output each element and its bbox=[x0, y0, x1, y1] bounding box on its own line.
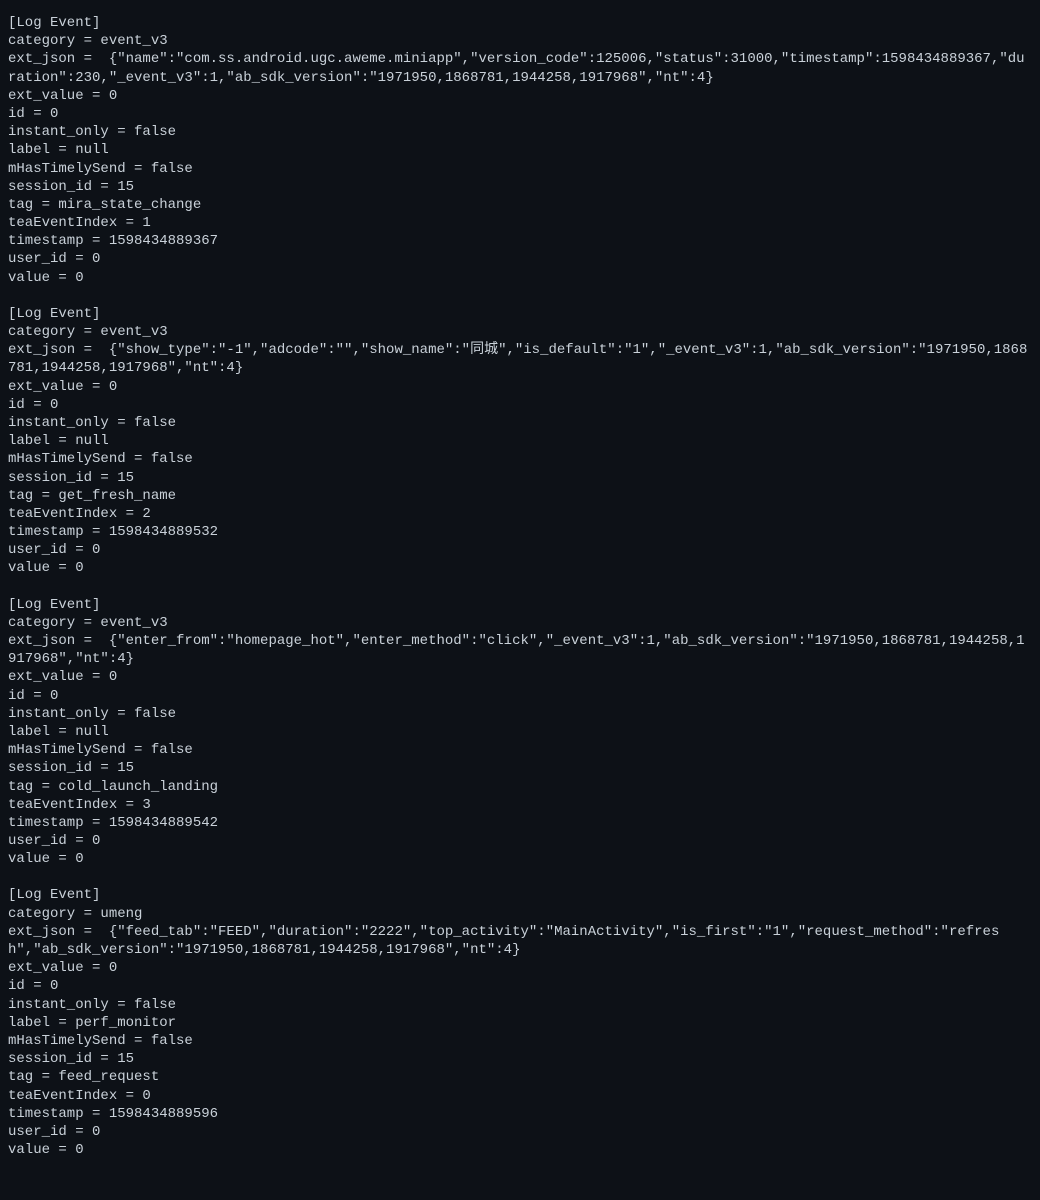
log-field-teaEventIndex: teaEventIndex = 2 bbox=[8, 505, 1032, 523]
log-field-id: id = 0 bbox=[8, 687, 1032, 705]
log-field-category: category = event_v3 bbox=[8, 614, 1032, 632]
log-field-tag: tag = feed_request bbox=[8, 1068, 1032, 1086]
log-field-ext_json: ext_json = {"enter_from":"homepage_hot",… bbox=[8, 632, 1032, 668]
log-field-timestamp: timestamp = 1598434889596 bbox=[8, 1105, 1032, 1123]
log-field-id: id = 0 bbox=[8, 105, 1032, 123]
log-field-timestamp: timestamp = 1598434889542 bbox=[8, 814, 1032, 832]
log-field-instant_only: instant_only = false bbox=[8, 123, 1032, 141]
log-field-label: label = null bbox=[8, 432, 1032, 450]
log-field-mHasTimelySend: mHasTimelySend = false bbox=[8, 160, 1032, 178]
log-field-ext_json: ext_json = {"name":"com.ss.android.ugc.a… bbox=[8, 50, 1032, 86]
log-field-session_id: session_id = 15 bbox=[8, 178, 1032, 196]
log-field-tag: tag = get_fresh_name bbox=[8, 487, 1032, 505]
log-field-instant_only: instant_only = false bbox=[8, 996, 1032, 1014]
log-event-block: [Log Event]category = event_v3ext_json =… bbox=[8, 596, 1032, 869]
log-field-label: label = perf_monitor bbox=[8, 1014, 1032, 1032]
log-field-user_id: user_id = 0 bbox=[8, 541, 1032, 559]
log-field-value: value = 0 bbox=[8, 850, 1032, 868]
log-field-tag: tag = cold_launch_landing bbox=[8, 778, 1032, 796]
log-event-header: [Log Event] bbox=[8, 596, 1032, 614]
log-field-session_id: session_id = 15 bbox=[8, 1050, 1032, 1068]
log-event-header: [Log Event] bbox=[8, 886, 1032, 904]
log-event-header: [Log Event] bbox=[8, 305, 1032, 323]
log-field-category: category = event_v3 bbox=[8, 32, 1032, 50]
log-field-user_id: user_id = 0 bbox=[8, 832, 1032, 850]
log-field-teaEventIndex: teaEventIndex = 1 bbox=[8, 214, 1032, 232]
log-field-session_id: session_id = 15 bbox=[8, 469, 1032, 487]
log-field-timestamp: timestamp = 1598434889367 bbox=[8, 232, 1032, 250]
log-field-value: value = 0 bbox=[8, 1141, 1032, 1159]
log-field-value: value = 0 bbox=[8, 269, 1032, 287]
log-field-label: label = null bbox=[8, 723, 1032, 741]
log-field-instant_only: instant_only = false bbox=[8, 705, 1032, 723]
log-field-timestamp: timestamp = 1598434889532 bbox=[8, 523, 1032, 541]
log-field-ext_value: ext_value = 0 bbox=[8, 87, 1032, 105]
log-field-mHasTimelySend: mHasTimelySend = false bbox=[8, 450, 1032, 468]
log-field-mHasTimelySend: mHasTimelySend = false bbox=[8, 1032, 1032, 1050]
log-field-tag: tag = mira_state_change bbox=[8, 196, 1032, 214]
log-field-value: value = 0 bbox=[8, 559, 1032, 577]
log-field-category: category = umeng bbox=[8, 905, 1032, 923]
log-field-user_id: user_id = 0 bbox=[8, 250, 1032, 268]
log-output: [Log Event]category = event_v3ext_json =… bbox=[8, 14, 1032, 1159]
log-field-session_id: session_id = 15 bbox=[8, 759, 1032, 777]
log-field-id: id = 0 bbox=[8, 977, 1032, 995]
log-field-user_id: user_id = 0 bbox=[8, 1123, 1032, 1141]
log-field-ext_json: ext_json = {"feed_tab":"FEED","duration"… bbox=[8, 923, 1032, 959]
log-field-label: label = null bbox=[8, 141, 1032, 159]
log-field-ext_value: ext_value = 0 bbox=[8, 378, 1032, 396]
log-field-ext_value: ext_value = 0 bbox=[8, 959, 1032, 977]
log-event-header: [Log Event] bbox=[8, 14, 1032, 32]
log-event-block: [Log Event]category = event_v3ext_json =… bbox=[8, 305, 1032, 578]
log-field-category: category = event_v3 bbox=[8, 323, 1032, 341]
log-field-ext_value: ext_value = 0 bbox=[8, 668, 1032, 686]
log-field-id: id = 0 bbox=[8, 396, 1032, 414]
log-field-teaEventIndex: teaEventIndex = 3 bbox=[8, 796, 1032, 814]
log-event-block: [Log Event]category = umengext_json = {"… bbox=[8, 886, 1032, 1159]
log-field-ext_json: ext_json = {"show_type":"-1","adcode":""… bbox=[8, 341, 1032, 377]
log-field-mHasTimelySend: mHasTimelySend = false bbox=[8, 741, 1032, 759]
log-event-block: [Log Event]category = event_v3ext_json =… bbox=[8, 14, 1032, 287]
log-field-teaEventIndex: teaEventIndex = 0 bbox=[8, 1087, 1032, 1105]
log-field-instant_only: instant_only = false bbox=[8, 414, 1032, 432]
